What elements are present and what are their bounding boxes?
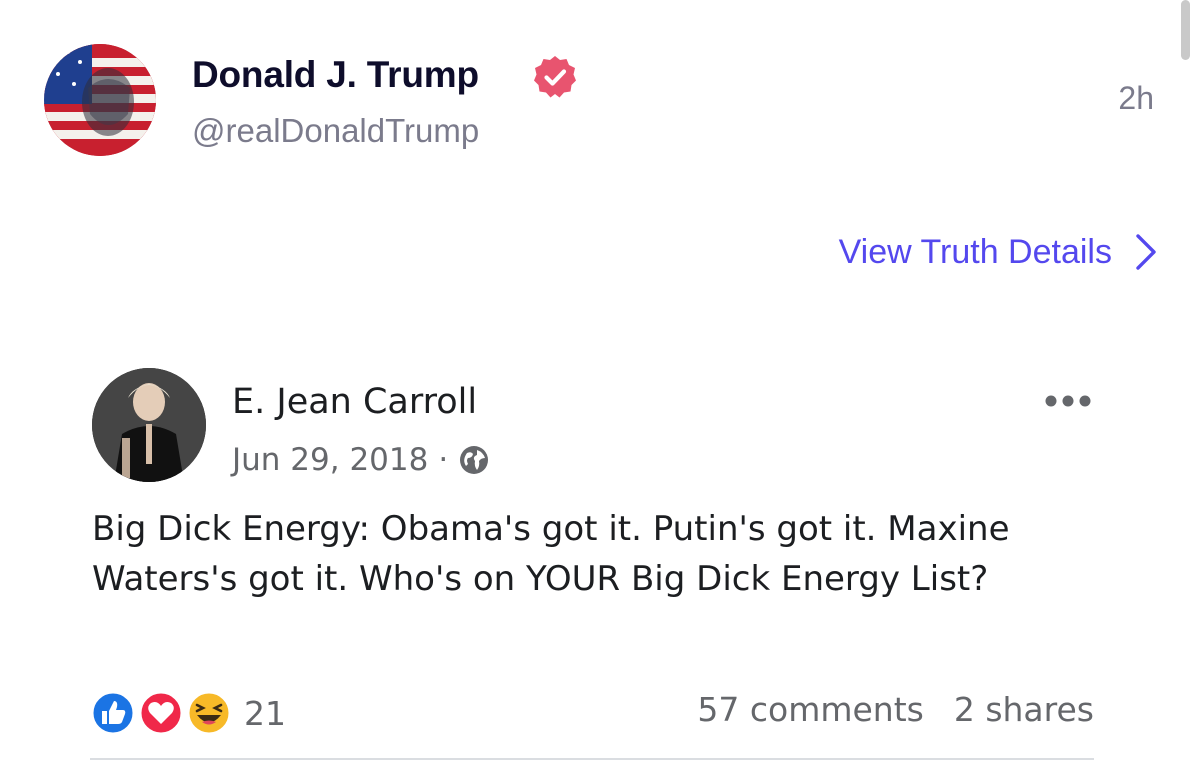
- embedded-avatar-image: [92, 368, 206, 482]
- more-options-icon: [1045, 395, 1091, 407]
- view-truth-details-link[interactable]: View Truth Details: [839, 232, 1158, 272]
- embedded-author-name: E. Jean Carroll: [232, 382, 478, 422]
- view-truth-details-label: View Truth Details: [838, 232, 1112, 271]
- embedded-post-meta: Jun 29, 2018 ·: [232, 442, 490, 478]
- post-timestamp: 2h: [1118, 80, 1154, 116]
- comments-count: 57 comments: [697, 690, 924, 729]
- shares-count: 2 shares: [953, 690, 1094, 729]
- embedded-post-text: Big Dick Energy: Obama's got it. Putin's…: [92, 509, 1010, 599]
- like-icon: [90, 690, 136, 736]
- chevron-right-icon: [1136, 234, 1156, 270]
- author-avatar[interactable]: [44, 44, 156, 156]
- meta-separator: ·: [438, 442, 449, 478]
- reactions-summary: 21: [90, 690, 286, 736]
- author-handle[interactable]: @realDonaldTrump: [192, 112, 479, 150]
- love-icon: [138, 690, 184, 736]
- verified-badge-icon: [534, 56, 576, 98]
- haha-icon: [186, 690, 232, 736]
- engagement-stats: 57 comments 2 shares: [697, 690, 1094, 729]
- divider: [90, 758, 1094, 760]
- globe-icon: [460, 446, 489, 474]
- display-name[interactable]: Donald J. Trump: [192, 54, 479, 96]
- embedded-author-avatar: [92, 368, 206, 482]
- reaction-count: 21: [244, 693, 286, 733]
- avatar-image: [44, 44, 156, 156]
- scrollbar[interactable]: [1181, 0, 1190, 60]
- reaction-icons: [90, 690, 236, 736]
- embedded-post-date: Jun 29, 2018: [232, 442, 429, 478]
- embedded-post-image[interactable]: E. Jean Carroll Jun 29, 2018 · Big Dick …: [0, 340, 1140, 766]
